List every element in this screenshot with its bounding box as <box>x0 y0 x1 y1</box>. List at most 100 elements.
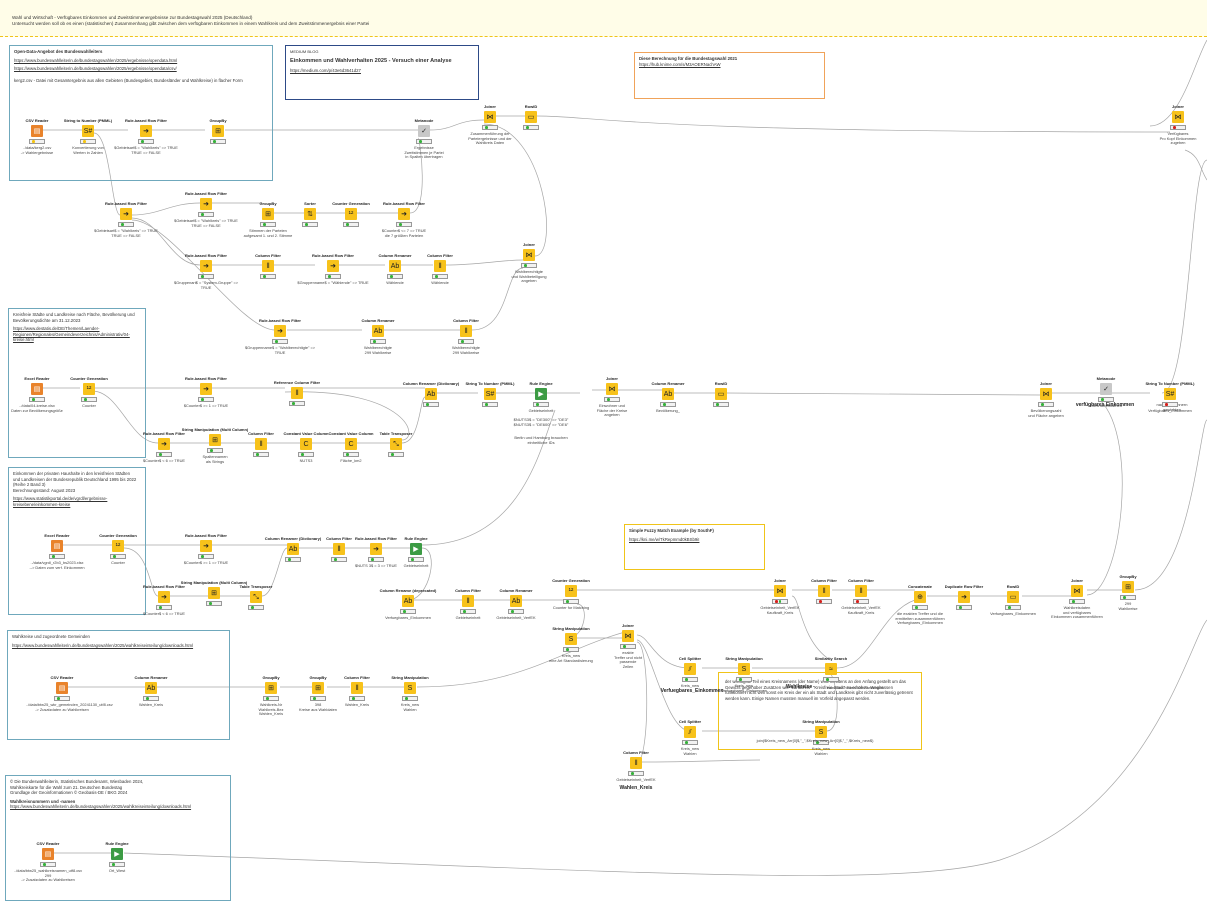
node-groupby-3[interactable]: GroupBy ⊞ 299 Wahlkreise <box>1092 570 1164 611</box>
node-rule-row-filter-7[interactable]: Rule-based Row Filter ➜ $Gruppenname$ = "W… <box>244 314 316 355</box>
node-label: die exakten Treffer und die ermittelten … <box>895 611 945 626</box>
similarity-note-big: Wahlkreise <box>785 684 813 690</box>
prev-link[interactable]: https://hub.knime.com/s/M3AOERNachAW <box>639 62 820 68</box>
node-title: Column Filter <box>453 318 479 324</box>
node-reference-col-filter[interactable]: Reference Column Filter ⦀ <box>261 376 333 408</box>
rename-icon: Ab <box>145 682 157 694</box>
node-groupby-1[interactable]: GroupBy ⊞ <box>182 114 254 146</box>
node-rule-row-filter-1[interactable]: Rule-based Row Filter ➜ $Gebietsart$ = "Wa… <box>110 114 182 155</box>
node-csv-reader-2[interactable]: CSV Reader ▤ ../data/btw25_wkr_gemeinden_2… <box>26 671 113 712</box>
node-rowid-3[interactable]: RowID ▭ Verfuegbares_Einkommen <box>977 580 1049 617</box>
node-string-manip-2[interactable]: String Manipulation S Kreis_new Verfuegbar… <box>708 652 780 693</box>
node-title: Joiner <box>522 242 535 248</box>
node-title: Counter Generation <box>70 376 108 382</box>
transpose-icon: ⤡ <box>250 591 262 603</box>
constant-icon: C <box>345 438 357 450</box>
node-column-renamer-2[interactable]: Column Renamer Ab Wahlberechtigte 299 Wahl… <box>342 314 414 355</box>
node-label: $Counter$ < 6 => TRUE <box>143 611 185 616</box>
rename-icon: Ab <box>662 388 674 400</box>
node-title: Joiner <box>621 623 634 629</box>
node-label: Counter <box>82 403 96 408</box>
node-column-renamer-5[interactable]: Column Renamer Ab Wahlen_Kreis <box>115 671 187 708</box>
node-column-filter-9[interactable]: Column Filter ⦀ Gebietseinheit_VerfEK <box>600 746 672 783</box>
rename-icon: Ab <box>510 595 522 607</box>
filter-arrow-icon: ➜ <box>200 198 212 210</box>
node-rule-row-filter-10[interactable]: Rule-based Row Filter ➜ $Counter$ >= 1 => … <box>170 529 242 566</box>
node-table-transposer-1[interactable]: Table Transposer ⤡ <box>360 427 432 459</box>
groupby-icon: ⊞ <box>265 682 277 694</box>
node-counter-gen-2[interactable]: Counter Generation ¹² Counter <box>53 372 125 409</box>
node-title: Counter Generation <box>552 578 590 584</box>
node-string-manip-3[interactable]: String Manipulation S Kreis_new Wahlen <box>785 715 857 756</box>
node-string-manip-4[interactable]: String Manipulation S Kreis_new Wahlen <box>374 671 446 712</box>
fuzzy-link[interactable]: https://kni.me/w/TkRepmmd0kBSb9iI <box>629 537 760 543</box>
filter-arrow-icon: ➜ <box>200 260 212 272</box>
node-joiner-top-right[interactable]: Joiner ⋈ Verfügbares Pro Kopf Einkommen zu… <box>1142 100 1207 146</box>
einkommen-link-2[interactable]: kreisebene/einkommen-kreise <box>13 502 141 508</box>
node-label: 299 Wahlkreise <box>1118 601 1138 611</box>
rule-engine-icon: ▶ <box>535 388 547 400</box>
node-csv-reader-3[interactable]: CSV Reader ▤ ../data/btw25_wahlkreisnamen_… <box>12 837 84 883</box>
node-column-filter-3[interactable]: Column Filter ⦀ Wahlberechtigte 299 Wahlkr… <box>430 314 502 355</box>
filter-arrow-icon: ➜ <box>140 125 152 137</box>
joiner-icon: ⋈ <box>523 249 535 261</box>
node-rule-engine-3[interactable]: Rule Engine ▶ Ort_West <box>81 837 153 874</box>
geo-link[interactable]: https://www.bundeswahlleiterin.de/bundes… <box>10 804 226 810</box>
node-metanode-1[interactable]: Metanode ✓ Ergebnisse Zweitstimmen je Part… <box>388 114 460 160</box>
node-label: Wahlberechtigte 299 Wahlkreise <box>364 345 392 355</box>
joiner-icon: ⋈ <box>606 383 618 395</box>
node-title: Reference Column Filter <box>273 380 321 386</box>
annotation-opendata[interactable]: Open-Data-Angebot des Bundeswahlleiters … <box>9 45 273 181</box>
node-rule-row-filter-4[interactable]: Rule-based Row Filter ➜ $Counter$ <= 7 => … <box>368 197 440 238</box>
blog-title: Einkommen und Wahlverhalten 2025 - Versu… <box>290 57 452 64</box>
excel-reader-icon: ▤ <box>31 383 43 395</box>
node-column-filter-2[interactable]: Column Filter ⦀ Wählende <box>404 249 476 286</box>
workflow-canvas[interactable]: Wahl und Wirtschaft - Verfügbares Einkom… <box>0 0 1207 911</box>
annotation-fuzzy[interactable]: Simple Fuzzy Match Example (by SouthF) h… <box>624 524 765 570</box>
blog-link[interactable]: https://medium.com/p/43e6d3641d27 <box>290 68 474 74</box>
node-column-filter-1[interactable]: Column Filter ⦀ <box>232 249 304 281</box>
node-joiner-2[interactable]: Joiner ⋈ Wahlberechtigte und Wahlbeteiligu… <box>493 238 565 284</box>
node-title: String Manipulation <box>802 719 840 725</box>
node-rowid-1[interactable]: RowID ▭ <box>495 100 567 132</box>
csv-reader-icon: ▤ <box>42 848 54 860</box>
node-label: ../data/btw25_wahlkreisnamen_utf8.csv 29… <box>13 868 83 883</box>
opendata-desc: kerg2.csv - Datei mit Gesamtergebnis aus… <box>14 77 243 83</box>
node-title: GroupBy <box>1119 574 1137 580</box>
node-rowid-2[interactable]: RowID ▭ <box>685 377 757 409</box>
filter-arrow-icon: ➜ <box>158 591 170 603</box>
node-title: Rule-based Row Filter <box>382 201 425 207</box>
node-rule-engine-1[interactable]: Rule Engine ▶ Gebietseinheit <box>505 377 577 414</box>
node-counter-gen-3[interactable]: Counter Generation ¹² Counter <box>82 529 154 566</box>
node-rule-row-filter-8[interactable]: Rule-based Row Filter ➜ $Counter$ >= 1 => … <box>170 372 242 409</box>
node-similarity-search[interactable]: Similarity Search ≈ <box>795 652 867 684</box>
node-rule-row-filter-2[interactable]: Rule-based Row Filter ➜ $Gebietsart$ = "Wa… <box>90 197 162 238</box>
node-table-transposer-2[interactable]: Table Transposer ⤡ <box>220 580 292 612</box>
annotation-prev-calc[interactable]: Diese Berechnung für die Bundestagswahl … <box>634 52 825 99</box>
node-label: Verfuegbares_Einkommen <box>990 611 1036 616</box>
csv-reader-icon: ▤ <box>56 682 68 694</box>
node-counter-gen-4[interactable]: Counter Generation ¹² Counter for Matching <box>535 574 607 611</box>
metanode-icon: ✓ <box>418 125 430 137</box>
node-title: Rule Engine <box>404 536 428 542</box>
node-label: Zusammenführung der Parteiergebnisse und… <box>468 131 512 146</box>
kreise-link-3[interactable]: kreise.html <box>13 337 141 343</box>
node-title: String Manipulation <box>391 675 429 681</box>
node-label: Gebietseinheit <box>403 563 429 568</box>
annotation-blog[interactable]: MEDIUM BLOG Einkommen und Wahlverhalten … <box>285 45 479 100</box>
node-title: Rule-based Row Filter <box>184 191 227 197</box>
cell-splitter-icon: ⫽ <box>684 663 696 675</box>
filter-arrow-icon: ➜ <box>398 208 410 220</box>
node-label: Wahlberechtigte 299 Wahlkreise <box>452 345 480 355</box>
rename-icon: Ab <box>389 260 401 272</box>
node-string-to-number-3[interactable]: String To Number (PMML) S# Verfügbares_Ein… <box>1134 377 1206 414</box>
node-title: Rule Engine <box>105 841 129 847</box>
node-title: Counter Generation <box>99 533 137 539</box>
wahlkreise-link[interactable]: https://www.bundeswahlleiterin.de/bundes… <box>12 643 225 649</box>
node-label: $Gruppenart$ = "System-Gruppe" => TRUE <box>173 280 239 290</box>
constant-icon: C <box>300 438 312 450</box>
node-rule-engine-2[interactable]: Rule Engine ▶ Gebietseinheit <box>380 532 452 569</box>
column-filter-icon: ⦀ <box>462 595 474 607</box>
rowid-icon: ▭ <box>715 388 727 400</box>
rename-icon: Ab <box>287 543 299 555</box>
